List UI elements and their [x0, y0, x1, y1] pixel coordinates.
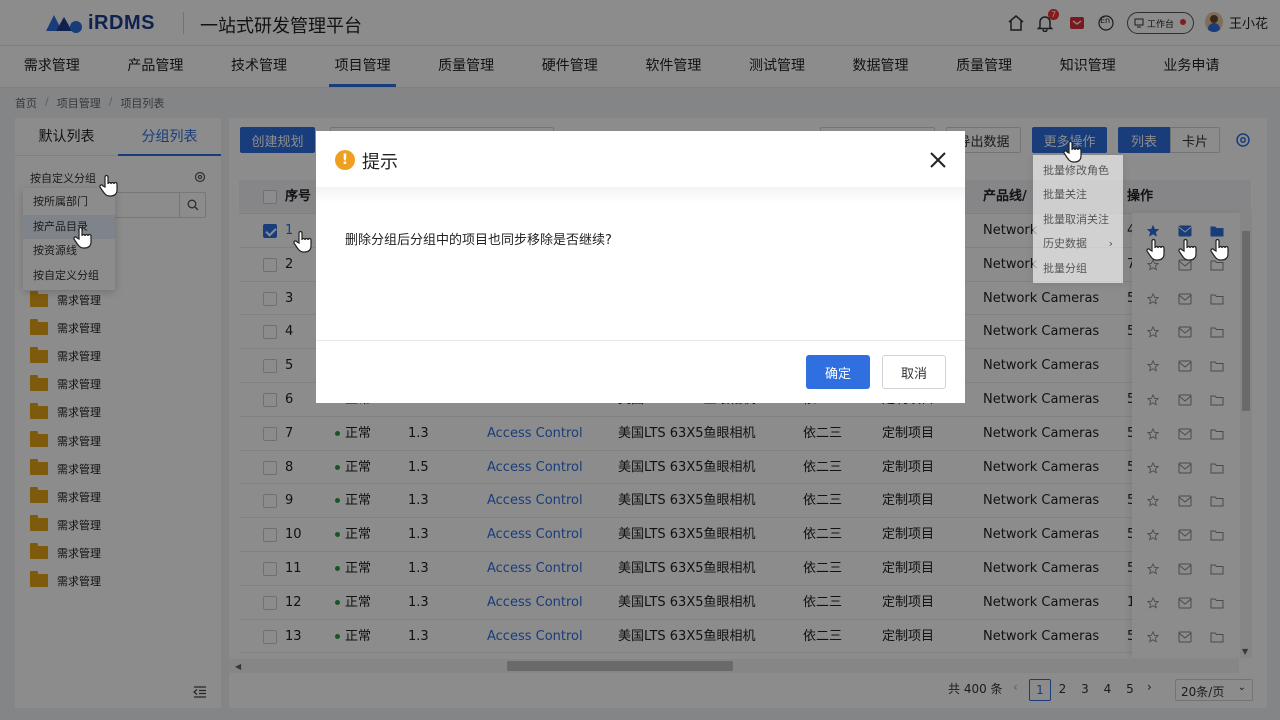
chevron-right-icon: › [1108, 237, 1113, 251]
hand-cursor-icon [1063, 140, 1082, 163]
hand-cursor-icon [1146, 238, 1165, 261]
hand-cursor-icon [99, 174, 118, 197]
confirm-dialog: ! 提示 删除分组后分组中的项目也同步移除是否继续? 确定 取消 [316, 131, 965, 403]
dialog-divider [316, 340, 965, 341]
dialog-header-shadow [316, 187, 965, 203]
hand-cursor-icon [73, 226, 92, 249]
more-actions-menu: 批量修改角色 批量关注 批量取消关注 历史数据 › 批量分组 [1033, 155, 1123, 283]
menu-item-batch-unfollow[interactable]: 批量取消关注 [1033, 208, 1123, 232]
hand-cursor-icon [1178, 238, 1197, 261]
menu-item-history-label: 历史数据 [1043, 237, 1087, 251]
dialog-message: 删除分组后分组中的项目也同步移除是否继续? [345, 233, 612, 248]
hand-cursor-icon [293, 230, 312, 253]
menu-item-batch-group[interactable]: 批量分组 [1033, 257, 1123, 281]
cancel-button[interactable]: 取消 [882, 355, 946, 389]
warning-icon: ! [335, 150, 355, 170]
hand-cursor-icon [1210, 238, 1229, 261]
menu-item-history[interactable]: 历史数据 › [1033, 232, 1123, 256]
dialog-title: 提示 [362, 152, 398, 173]
menu-item-batch-follow[interactable]: 批量关注 [1033, 183, 1123, 207]
close-icon[interactable] [929, 151, 947, 169]
confirm-button[interactable]: 确定 [806, 355, 870, 389]
